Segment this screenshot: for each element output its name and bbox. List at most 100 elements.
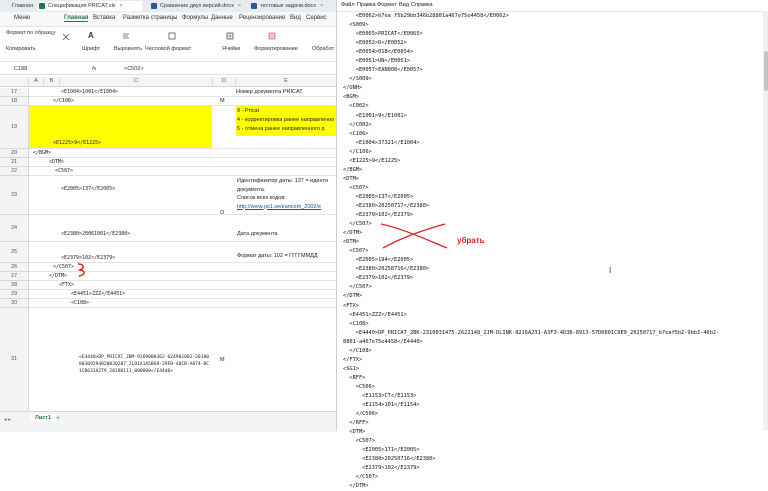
conditional-format-icon[interactable]: [268, 32, 276, 40]
menu-format[interactable]: Формат: [377, 2, 397, 8]
sheet-tab[interactable]: Лист1: [30, 414, 57, 422]
menu-item[interactable]: Меню: [14, 15, 30, 21]
menu-edit[interactable]: Правка: [357, 2, 376, 8]
align-button[interactable]: Выровнять: [114, 46, 142, 52]
text-line: <E0062>b7ea f5b29bb346b28801a467e75e4458…: [343, 13, 509, 19]
row-header[interactable]: 17: [0, 88, 29, 97]
row-header[interactable]: 29: [0, 290, 29, 299]
conditional-format-button[interactable]: Форматирование: [254, 46, 298, 52]
cells-icon[interactable]: [226, 32, 234, 40]
scrollbar-thumb[interactable]: [764, 51, 768, 91]
cell-c[interactable]: <C507>: [55, 168, 251, 174]
menu-item[interactable]: Данные: [211, 15, 233, 21]
column-header-b[interactable]: B: [44, 77, 60, 87]
text-line: <C506>: [343, 383, 375, 390]
cell-c[interactable]: <E2005>137</E2005>: [61, 186, 257, 192]
menu-item[interactable]: Сервис: [306, 15, 327, 21]
row-header[interactable]: 24: [0, 215, 29, 242]
cell-e[interactable]: Номер документа PRICAT: [236, 88, 336, 96]
cell-d[interactable]: M: [220, 97, 320, 105]
row-header[interactable]: 26: [0, 263, 29, 272]
row-header[interactable]: 31: [0, 308, 29, 411]
menu-item[interactable]: Вид: [290, 15, 301, 21]
cell-c[interactable]: <E2380>20061001</E2380>: [61, 231, 257, 237]
menu-view[interactable]: Вид: [399, 2, 409, 8]
row-header[interactable]: 19: [0, 106, 29, 149]
notepad-text-area[interactable]: <E0062>b7ea f5b29bb346b28801a467e75e4458…: [343, 12, 719, 491]
text-line: <C507>: [343, 184, 369, 191]
cell-e[interactable]: Идентификатор даты. 137 = иденти документ…: [237, 177, 336, 211]
row-header[interactable]: 18: [0, 97, 29, 106]
tab-tasks-doc[interactable]: тестовые задачи.docx ×: [250, 1, 323, 11]
sheet-nav-icons[interactable]: ◂ ▸: [4, 417, 11, 423]
sheet-tab-bar: ◂ ▸ Лист1 +: [0, 411, 336, 432]
close-icon[interactable]: ×: [120, 3, 123, 9]
cell-d[interactable]: O: [220, 209, 320, 217]
close-icon[interactable]: ×: [320, 3, 323, 9]
number-format-button[interactable]: Числовой формат: [145, 46, 191, 52]
text-line: <E2380>20250717</E2380>: [343, 202, 430, 209]
tab-compare-doc[interactable]: Сравнение двух версий.docx ×: [150, 1, 241, 11]
table-row: <E2379>102</E2379> Формат даты: 102 = ГГ…: [29, 242, 336, 263]
row-header[interactable]: 30: [0, 299, 29, 308]
table-row: <E1004>1001</E1004> Номер документа PRIC…: [29, 88, 336, 97]
formula-input[interactable]: <C502>: [124, 66, 144, 72]
row-header[interactable]: 22: [0, 167, 29, 176]
cell-c[interactable]: <E4451>ZZZ</E4451>: [71, 291, 267, 297]
notepad-menu-bar: Файл Правка Формат Вид Справка: [337, 0, 768, 12]
cell-c[interactable]: <C108>: [71, 300, 267, 306]
cut-icon[interactable]: [62, 33, 70, 41]
column-header-e[interactable]: E: [236, 77, 336, 87]
copy-button[interactable]: Копировать: [6, 46, 36, 52]
close-icon[interactable]: ×: [238, 3, 241, 9]
menu-item-home[interactable]: Главная: [64, 15, 89, 22]
cell-c[interactable]: </BGM>: [33, 150, 229, 156]
menu-help[interactable]: Справка: [411, 2, 433, 8]
menu-item[interactable]: Разметка страницы: [123, 15, 177, 21]
cell-c[interactable]: <E4440>DP_PRICAT_2BM-9269000362-62490100…: [79, 354, 211, 375]
cell-c[interactable]: <E1225>9</E1225>: [53, 140, 249, 146]
vertical-scrollbar[interactable]: [763, 11, 768, 431]
cell-c[interactable]: <E1004>1001</E1004>: [61, 89, 257, 95]
cell-e[interactable]: Дата документа: [237, 230, 336, 238]
menu-file[interactable]: Файл: [341, 2, 355, 8]
row-header[interactable]: 20: [0, 149, 29, 158]
cell-c[interactable]: <FTX>: [59, 282, 255, 288]
menu-item[interactable]: Рецензирование: [239, 15, 285, 21]
text-cursor-icon: I: [609, 266, 612, 275]
table-row: <E2380>20061001</E2380> O Дата документа: [29, 210, 336, 242]
cell-c[interactable]: <E2379>102</E2379>: [61, 255, 257, 261]
number-format-icon[interactable]: [168, 32, 176, 40]
font-icon[interactable]: A: [88, 31, 94, 40]
format-painter-button[interactable]: Формат по образцу: [6, 30, 55, 36]
corner-cell[interactable]: [0, 77, 29, 87]
font-button[interactable]: Шрифт: [82, 46, 100, 52]
cell-reference-box[interactable]: C188: [14, 66, 27, 72]
column-header-a[interactable]: A: [29, 77, 44, 87]
spreadsheet-grid[interactable]: A B C D E 17 <E1004>1001</E1004> Номер д…: [0, 77, 336, 411]
text-line: <E0051>UN</E0051>: [343, 58, 410, 65]
cell-e[interactable]: 9 - Pricat 4 - корректировка ранее направ…: [237, 107, 336, 134]
fx-icon[interactable]: fx: [92, 66, 96, 72]
menu-item[interactable]: Формулы: [182, 15, 208, 21]
column-header-c[interactable]: C: [60, 77, 213, 87]
column-header-d[interactable]: D: [213, 77, 236, 87]
cells-button[interactable]: Ячейки: [222, 46, 240, 52]
tab-home[interactable]: Главная: [2, 1, 33, 11]
cell-c[interactable]: <DTM>: [49, 159, 245, 165]
row-header[interactable]: 21: [0, 158, 29, 167]
table-row: <C507>: [29, 167, 336, 176]
tab-spreadsheet[interactable]: Спецификация PRICAT.xls ×: [38, 1, 142, 11]
menu-item[interactable]: Вставка: [93, 15, 115, 21]
red-strike-mark: [380, 223, 448, 249]
add-sheet-icon[interactable]: +: [56, 415, 60, 422]
row-header[interactable]: 28: [0, 281, 29, 290]
text-line: </C507>: [343, 284, 372, 291]
row-header[interactable]: 23: [0, 176, 29, 215]
process-button[interactable]: Обработ: [312, 46, 334, 52]
align-icon[interactable]: [122, 32, 130, 40]
cell-d[interactable]: M: [220, 356, 320, 364]
cell-e[interactable]: Формат даты: 102 = ГГГГММДД: [237, 252, 336, 260]
row-header[interactable]: 27: [0, 272, 29, 281]
row-header[interactable]: 25: [0, 242, 29, 263]
